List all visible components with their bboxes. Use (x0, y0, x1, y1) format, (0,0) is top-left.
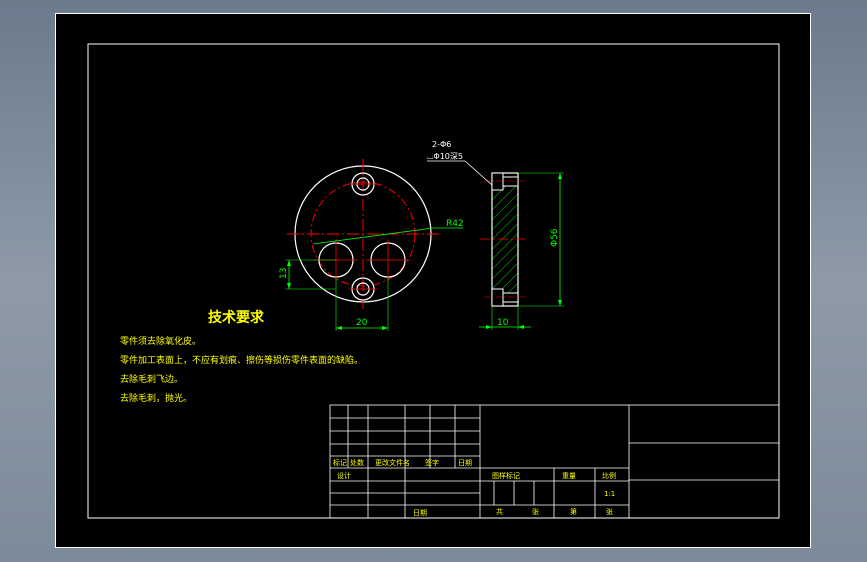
lower-counterbore-section (491, 288, 504, 307)
rev-header-file: 更改文件名 (375, 458, 410, 467)
offset-dimension-horizontal: 20 (356, 318, 368, 328)
cad-drawing: R42 13 20 2-Φ6 ⌴Φ10深5 Φ56 10 技术要求 零件须去除氧… (55, 13, 811, 548)
side-view: 2-Φ6 ⌴Φ10深5 Φ56 10 (427, 140, 564, 330)
rev-header-count: 处数 (350, 458, 364, 467)
date-label: 日期 (413, 509, 427, 517)
tech-requirement-item: 去除毛刺，抛光。 (120, 392, 192, 404)
technical-requirements: 技术要求 零件须去除氧化皮。 零件加工表面上，不应有划痕、擦伤等损伤零件表面的缺… (120, 309, 363, 404)
radius-dimension: R42 (446, 219, 464, 229)
sheet-number-unit: 张 (606, 507, 613, 516)
callout-leader (464, 160, 493, 186)
sheet-outer-border (55, 13, 811, 548)
section-hatch (492, 178, 518, 301)
offset-dimension-vertical: 13 (279, 268, 289, 279)
rev-header-sign: 签字 (425, 458, 439, 467)
title-block-text: 标记 处数 更改文件名 签字 日期 设计 日期 图样标记 重量 比例 1:1 共… (333, 458, 616, 517)
upper-counterbore-section (491, 172, 504, 191)
tech-requirement-item: 去除毛刺飞边。 (120, 373, 183, 385)
lower-hole-section (502, 292, 519, 303)
scale-label: 比例 (602, 471, 616, 480)
front-view: R42 13 20 (279, 159, 464, 331)
hole-callout-counterbore: ⌴Φ10深5 (427, 152, 463, 161)
tech-requirements-title: 技术要求 (208, 309, 265, 326)
tech-requirement-item: 零件加工表面上，不应有划痕、擦伤等损伤零件表面的缺陷。 (120, 354, 363, 366)
drawing-frame (87, 43, 780, 519)
design-label: 设计 (337, 471, 351, 480)
scale-value: 1:1 (604, 490, 615, 498)
upper-hole-section (502, 176, 519, 187)
sheet-total-label: 共 (496, 507, 503, 516)
sheet-number-label: 第 (570, 507, 577, 516)
tech-requirement-item: 零件须去除氧化皮。 (120, 335, 201, 347)
stage-mark-label: 图样标记 (492, 471, 520, 480)
sheet-total-unit: 张 (532, 507, 539, 516)
rev-header-date: 日期 (458, 459, 472, 467)
rev-header-mark: 标记 (333, 458, 347, 467)
thickness-dimension: 10 (497, 318, 509, 328)
diameter-dimension: Φ56 (550, 228, 560, 247)
weight-label: 重量 (562, 472, 576, 480)
drawing-sheet: R42 13 20 2-Φ6 ⌴Φ10深5 Φ56 10 技术要求 零件须去除氧… (55, 13, 811, 548)
hole-callout-count: 2-Φ6 (432, 140, 451, 149)
